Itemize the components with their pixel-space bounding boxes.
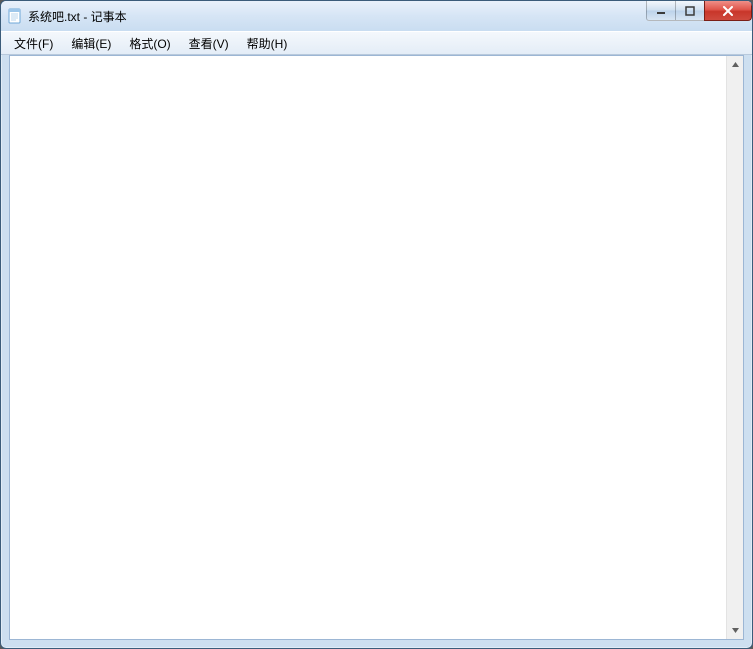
notepad-icon	[7, 8, 23, 24]
text-editor[interactable]	[10, 56, 726, 639]
menu-edit[interactable]: 编辑(E)	[62, 33, 120, 54]
vertical-scrollbar[interactable]	[726, 56, 743, 639]
close-button[interactable]	[704, 1, 752, 21]
window-controls	[647, 1, 752, 21]
window-title: 系统吧.txt - 记事本	[28, 8, 127, 25]
scroll-up-arrow-icon[interactable]	[727, 56, 744, 73]
title-bar[interactable]: 系统吧.txt - 记事本	[1, 1, 752, 31]
maximize-button[interactable]	[675, 1, 705, 21]
menu-format[interactable]: 格式(O)	[120, 33, 179, 54]
minimize-button[interactable]	[646, 1, 676, 21]
editor-frame	[9, 55, 744, 640]
scroll-down-arrow-icon[interactable]	[727, 622, 744, 639]
menu-view[interactable]: 查看(V)	[180, 33, 238, 54]
menu-file[interactable]: 文件(F)	[5, 33, 62, 54]
menu-help[interactable]: 帮助(H)	[238, 33, 297, 54]
menu-bar: 文件(F) 编辑(E) 格式(O) 查看(V) 帮助(H)	[1, 31, 752, 55]
notepad-window: 系统吧.txt - 记事本 文件(F) 编辑(E) 格式(O) 查看(V)	[0, 0, 753, 649]
